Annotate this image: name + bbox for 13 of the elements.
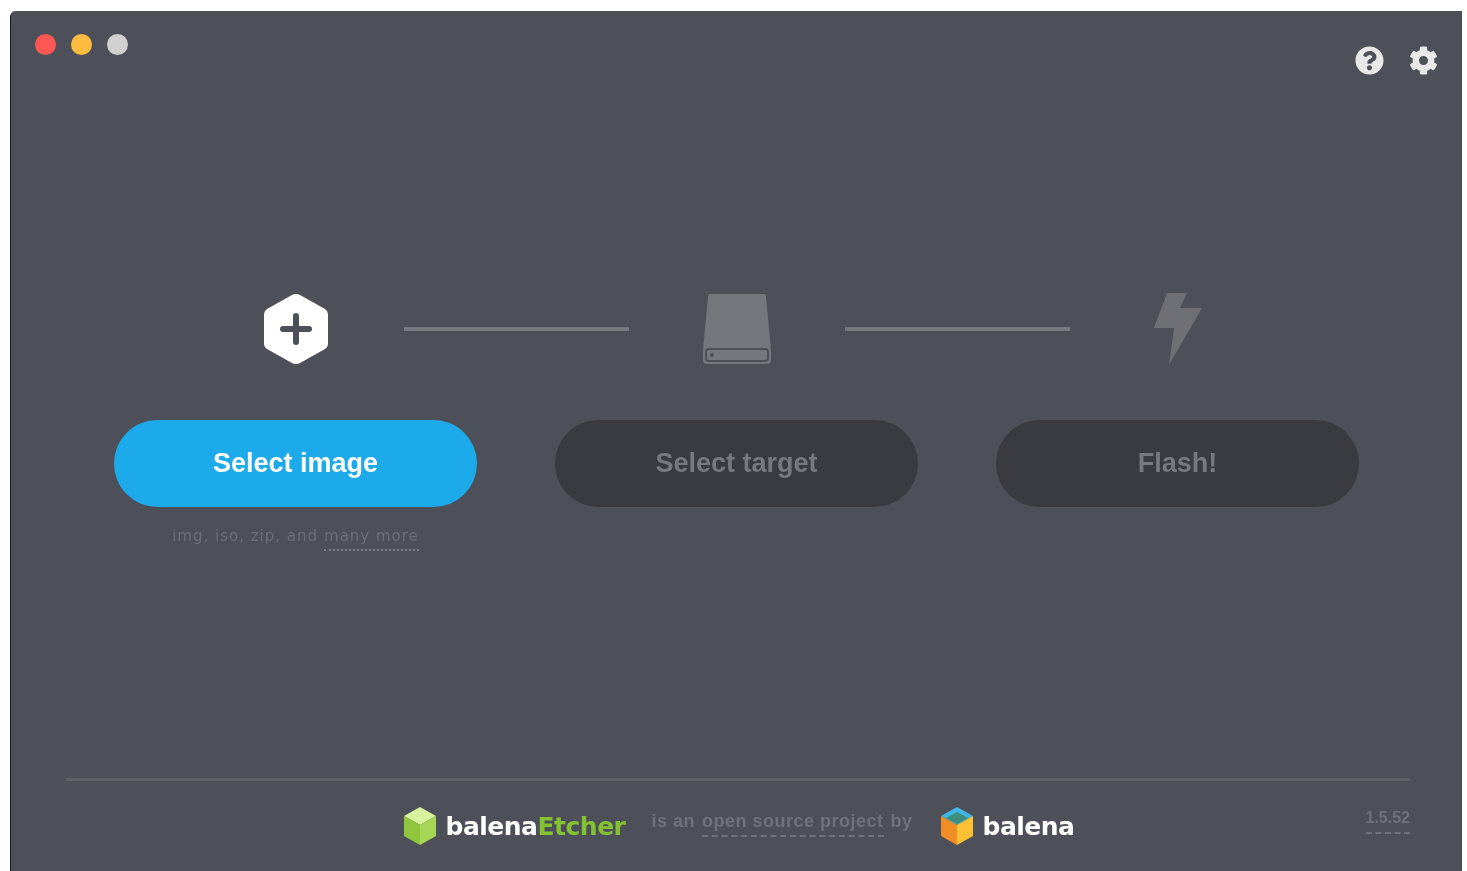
cube-logo-icon	[938, 806, 975, 846]
step-button[interactable]: Select image	[114, 420, 477, 507]
drive-icon	[701, 292, 772, 366]
window-control-button[interactable]	[107, 34, 128, 55]
company-logo-text: balena	[982, 811, 1075, 841]
window-control-button[interactable]	[71, 34, 92, 55]
help-button[interactable]	[1354, 45, 1384, 75]
plus-icon	[261, 292, 330, 366]
lightning-icon	[1152, 292, 1203, 366]
window-control-button[interactable]	[35, 34, 56, 55]
cube-logo-icon	[401, 806, 438, 846]
settings-button[interactable]	[1408, 45, 1438, 75]
product-logo-text: balenaEtcher	[445, 811, 626, 841]
